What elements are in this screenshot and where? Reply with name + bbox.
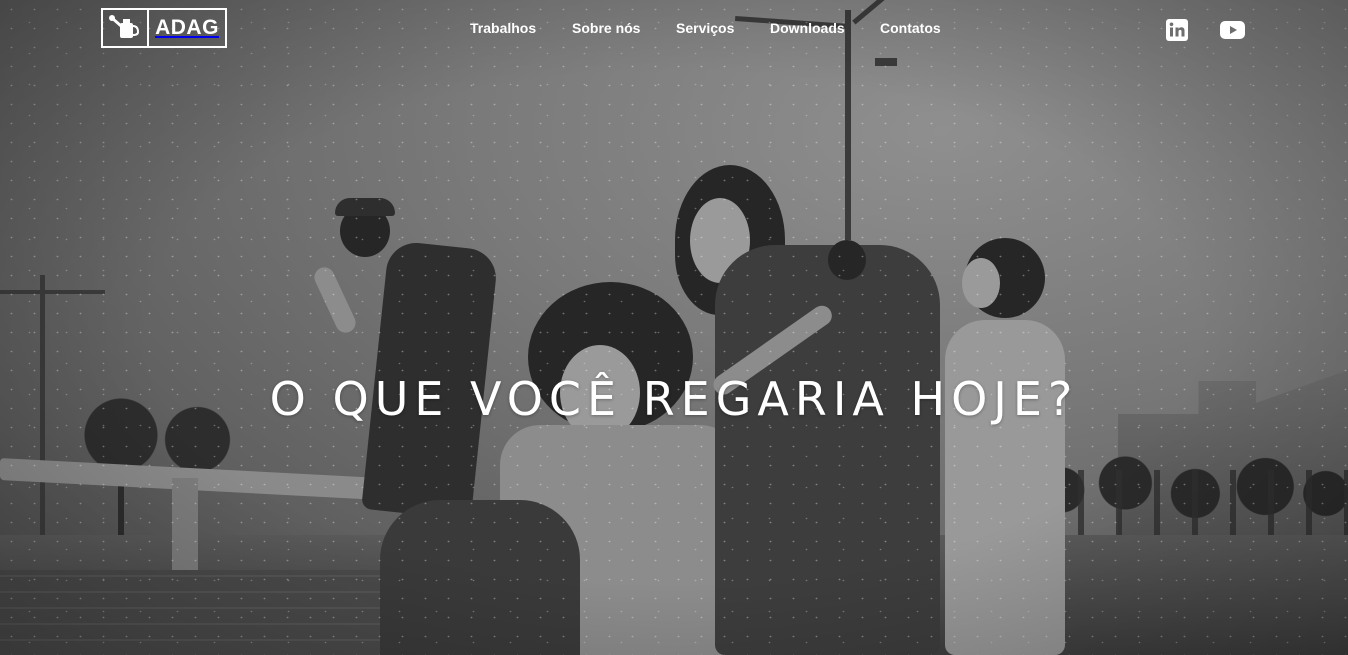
nav-item-downloads[interactable]: Downloads [770, 20, 845, 36]
youtube-icon[interactable] [1219, 19, 1245, 41]
hat [335, 198, 395, 216]
street-lamp-head [875, 58, 897, 66]
brick-wall [0, 570, 420, 655]
logo-text: ADAG [155, 16, 219, 39]
person-arm [311, 264, 359, 336]
person-head [828, 240, 866, 280]
person-face [962, 258, 1000, 308]
watering-can-icon [103, 10, 149, 46]
railing-post [172, 478, 198, 570]
nav-item-trabalhos[interactable]: Trabalhos [470, 20, 536, 36]
street-lamp-pole [845, 10, 851, 240]
person-body [945, 320, 1065, 655]
nav-item-servicos[interactable]: Serviços [676, 20, 734, 36]
person-legs [380, 500, 580, 655]
hero-headline: O QUE VOCÊ REGARIA HOJE? [269, 372, 1079, 426]
nav-item-contatos[interactable]: Contatos [880, 20, 941, 36]
hero-section: ADAG Trabalhos Sobre nós Serviços Downlo… [0, 0, 1348, 655]
street-lamp-arm [0, 290, 105, 294]
nav-item-sobre-nos[interactable]: Sobre nós [572, 20, 640, 36]
site-logo[interactable]: ADAG [101, 8, 227, 48]
linkedin-icon[interactable] [1165, 19, 1189, 41]
